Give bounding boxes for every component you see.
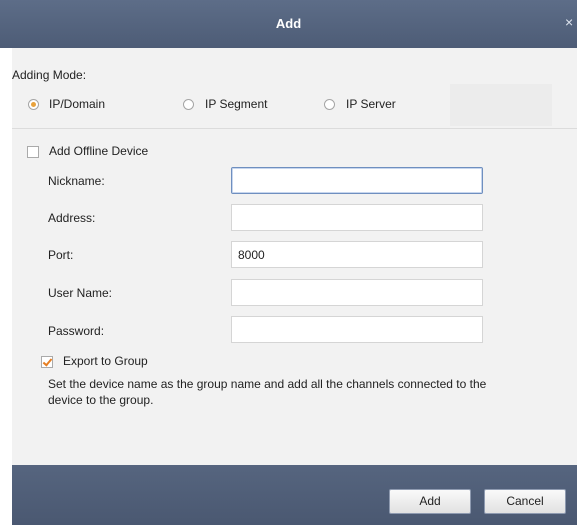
- adding-mode-label: Adding Mode:: [12, 68, 87, 82]
- export-group-label[interactable]: Export to Group: [63, 354, 148, 368]
- password-label: Password:: [48, 324, 105, 338]
- username-input[interactable]: [231, 279, 483, 306]
- address-input[interactable]: [231, 204, 483, 231]
- section-divider: [12, 128, 577, 129]
- dialog-footer: Add Cancel: [12, 465, 577, 525]
- add-offline-checkbox[interactable]: [27, 146, 39, 158]
- port-label: Port:: [48, 248, 74, 262]
- radio-ip-server[interactable]: [324, 99, 335, 110]
- mode-extra-panel: [450, 84, 552, 126]
- radio-ip-segment-label[interactable]: IP Segment: [205, 97, 267, 111]
- radio-ip-segment[interactable]: [183, 99, 194, 110]
- add-button[interactable]: Add: [389, 489, 471, 514]
- radio-ip-domain[interactable]: [28, 99, 39, 110]
- password-input[interactable]: [231, 316, 483, 343]
- export-group-checkbox[interactable]: [41, 356, 53, 368]
- dialog-titlebar: Add ×: [0, 0, 577, 48]
- close-icon[interactable]: ×: [565, 15, 577, 29]
- radio-ip-domain-label[interactable]: IP/Domain: [49, 97, 105, 111]
- dialog-content: Adding Mode: IP/Domain IP Segment IP Ser…: [12, 48, 577, 465]
- username-label: User Name:: [48, 286, 113, 300]
- cancel-button[interactable]: Cancel: [484, 489, 566, 514]
- nickname-label: Nickname:: [48, 174, 105, 188]
- dialog-title: Add: [275, 16, 302, 31]
- radio-ip-server-label[interactable]: IP Server: [346, 97, 396, 111]
- export-group-description: Set the device name as the group name an…: [48, 377, 487, 407]
- port-input[interactable]: [231, 241, 483, 268]
- add-offline-label[interactable]: Add Offline Device: [49, 144, 148, 158]
- nickname-input[interactable]: [231, 167, 483, 194]
- address-label: Address:: [48, 211, 96, 225]
